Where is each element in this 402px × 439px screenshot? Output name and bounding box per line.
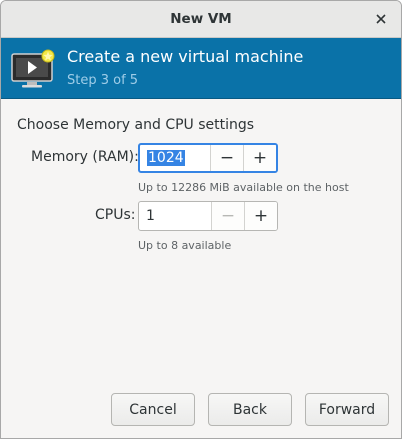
memory-input[interactable]: 1024 (140, 145, 210, 171)
cancel-button[interactable]: Cancel (111, 393, 195, 426)
section-title: Choose Memory and CPU settings (17, 117, 255, 133)
close-icon[interactable] (371, 9, 391, 29)
cpus-label: CPUs: (95, 207, 136, 223)
step-indicator: Step 3 of 5 (67, 73, 139, 88)
memory-value: 1024 (147, 150, 185, 166)
header-title: Create a new virtual machine (67, 47, 304, 66)
cpus-spinbutton[interactable]: 1 − + (138, 201, 278, 231)
cpus-decrease-button[interactable]: − (211, 202, 244, 230)
wizard-header: Create a new virtual machine Step 3 of 5 (1, 38, 401, 99)
memory-spinbutton[interactable]: 1024 − + (138, 143, 278, 173)
back-button[interactable]: Back (208, 393, 292, 426)
cpus-increase-button[interactable]: + (244, 202, 277, 230)
forward-button[interactable]: Forward (305, 393, 389, 426)
memory-increase-button[interactable]: + (243, 145, 276, 171)
memory-label: Memory (RAM): (31, 149, 139, 165)
window-title: New VM (170, 11, 232, 27)
cpus-hint: Up to 8 available (138, 239, 232, 252)
memory-decrease-button[interactable]: − (210, 145, 243, 171)
cpus-input[interactable]: 1 (139, 202, 211, 230)
titlebar: New VM (1, 1, 401, 38)
memory-hint: Up to 12286 MiB available on the host (138, 181, 349, 194)
new-vm-dialog: New VM Create a new virtual machine Step… (0, 0, 402, 439)
vm-monitor-new-icon (11, 49, 55, 88)
